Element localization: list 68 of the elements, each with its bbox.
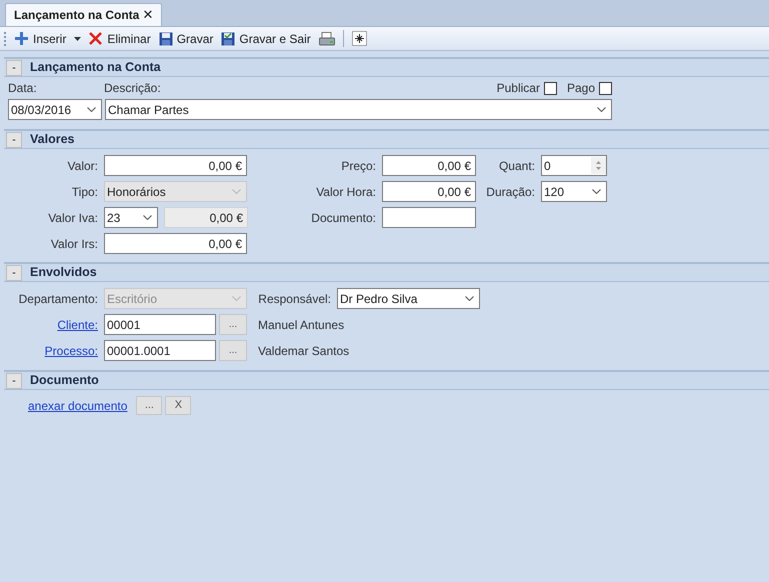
text-field[interactable] [382,207,476,228]
field-label: Data: [8,80,38,97]
amount-field[interactable]: 0,00 € [104,233,247,254]
chevron-down-icon [87,107,96,112]
text-field[interactable]: 00001.0001 [104,340,216,361]
field-label: Descrição: [104,80,162,97]
link[interactable]: Cliente: [4,316,104,334]
dropdown[interactable]: Dr Pedro Silva [337,288,480,309]
checkbox[interactable] [544,82,557,95]
field-label: Quant: [498,158,536,174]
close-button[interactable]: ✕ [142,5,154,25]
field-label: Valor Hora: [315,184,377,200]
link[interactable]: Processo: [4,342,104,360]
browse-button[interactable]: ... [219,340,247,361]
name-text: Valdemar Santos [258,342,350,360]
chevron-down-icon [232,296,241,301]
dropdown[interactable]: Chamar Partes [105,99,612,120]
plus-icon [15,32,29,46]
dropdown[interactable]: 23 [104,207,158,228]
browse-button[interactable]: ... [219,314,247,335]
floppy-disk-check-icon [221,32,236,46]
checkbox[interactable] [599,82,612,95]
amount-field[interactable]: 0,00 € [382,181,476,202]
spinner-arrows-icon [591,157,606,174]
section-title: Valores [30,131,74,148]
toolbar-button[interactable]: Eliminar [86,28,154,48]
field-label: Valor: [66,158,99,174]
name-text: Manuel Antunes [258,316,344,334]
number-spinner[interactable]: 0 [541,155,607,176]
printer-icon [318,32,335,46]
collapse-button[interactable]: - [6,372,22,388]
amount-field[interactable]: 0,00 € [104,155,247,176]
amount-field[interactable]: 0,00 € [382,155,476,176]
action-button[interactable]: ... [136,396,162,415]
checkbox-label: Publicar [496,80,540,97]
action-button[interactable]: X [165,396,192,415]
field-label: Documento: [310,210,377,226]
field-label: Responsável: [257,290,332,308]
chevron-down-icon [232,189,241,194]
section-title: Envolvidos [30,264,97,282]
chevron-down-icon [592,189,601,194]
chevron-down-icon [597,107,606,112]
dropdown-arrow-icon [74,36,82,40]
field-label: Preço: [340,158,377,174]
close-icon [89,32,104,46]
field-label: Duração: [485,184,536,200]
chevron-down-icon [143,215,152,220]
toolbar-button[interactable]: Inserir [12,28,70,48]
field-label: Valor Irs: [50,236,99,252]
field-label: Departamento: [18,290,99,308]
document-tab[interactable]: Lançamento na Conta ✕ [5,3,162,26]
fullscreen-icon [352,31,368,46]
section-title: Documento [30,372,99,390]
attach-link[interactable]: anexar documento [28,396,128,414]
chevron-down-icon [465,296,474,301]
field-label: Tipo: [70,184,99,200]
collapse-button[interactable]: - [6,60,22,76]
collapse-button[interactable]: - [6,132,22,148]
toolbar-button[interactable]: Gravar e Sair [218,28,314,48]
amount-field: 0,00 € [164,207,248,228]
section-title: Lançamento na Conta [30,59,161,76]
text-field[interactable]: 00001 [104,314,216,335]
dropdown[interactable]: 08/03/2016 [8,99,102,120]
field-label: Valor Iva: [47,210,99,226]
dropdown[interactable]: 120 [541,181,607,202]
toolbar-button[interactable]: Gravar [156,28,216,48]
collapse-button[interactable]: - [6,264,22,280]
checkbox-label: Pago [566,80,595,97]
